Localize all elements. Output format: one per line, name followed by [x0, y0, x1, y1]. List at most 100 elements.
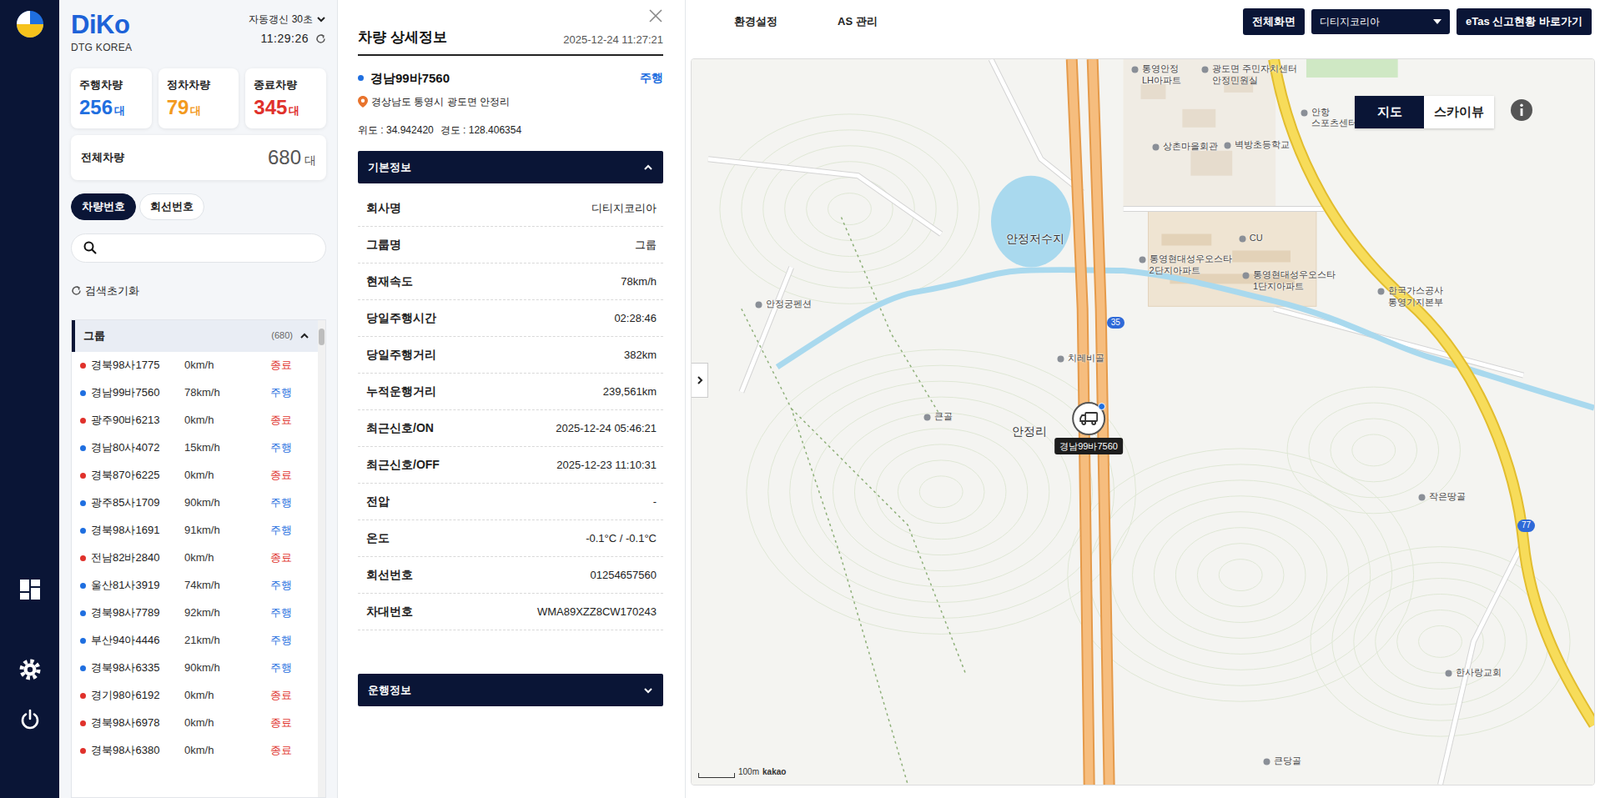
- vehicle-plate: 경북98사6335: [90, 659, 185, 677]
- map-view-button[interactable]: 스카이뷰: [1423, 95, 1495, 129]
- vehicle-row[interactable]: 경북98사169191km/h주행: [71, 517, 318, 545]
- vehicle-row[interactable]: 경기98아61920km/h종료: [71, 682, 318, 710]
- vehicle-row[interactable]: 전남82바28400km/h종료: [71, 544, 318, 573]
- vehicle-speed: 90km/h: [184, 494, 271, 512]
- refresh-icon[interactable]: [315, 33, 327, 45]
- map-label[interactable]: 안정리: [1011, 424, 1047, 440]
- detail-plate: 경남99바7560: [370, 69, 450, 89]
- stat-cards: 주행차량256대정차차량79대종료차량345대: [70, 68, 327, 129]
- poi-icon: [923, 413, 931, 422]
- map-label[interactable]: 통영현대성우오스타 2단지아파트: [1138, 253, 1233, 277]
- status-dot: [80, 500, 86, 507]
- scrollbar-thumb[interactable]: [318, 328, 325, 346]
- vehicle-row[interactable]: 경북98사69780km/h종료: [71, 709, 318, 738]
- poi-icon: [1300, 109, 1309, 117]
- map-scale: 100mkakao: [698, 765, 786, 779]
- map-label[interactable]: CU: [1238, 232, 1263, 245]
- vehicle-row[interactable]: 울산81사391974km/h주행: [71, 572, 318, 600]
- gear-icon[interactable]: [19, 659, 41, 681]
- status-dot: [80, 693, 86, 700]
- search-reset-button[interactable]: 검색초기화: [70, 282, 327, 300]
- marker-status-dot: [1097, 402, 1106, 411]
- chevron-up-icon: [299, 331, 310, 342]
- map-label[interactable]: 통영안정 LH아파트: [1131, 63, 1182, 87]
- vehicle-speed: 0km/h: [184, 742, 271, 760]
- map-label[interactable]: 한국가스공사 통영기지본부: [1377, 285, 1444, 309]
- info-label: 당일주행시간: [366, 309, 437, 328]
- vehicle-plate: 경남99바7560: [90, 384, 185, 402]
- map-label-text: 한사랑교회: [1455, 667, 1502, 680]
- map-label[interactable]: 77: [1517, 519, 1535, 533]
- stat-card[interactable]: 주행차량256대: [70, 68, 152, 129]
- map-label[interactable]: 큰골: [923, 411, 953, 423]
- top-menu-item[interactable]: AS 관리: [837, 13, 878, 31]
- vehicle-row[interactable]: 경북87아62250km/h종료: [71, 462, 318, 490]
- top-menu-item[interactable]: 환경설정: [734, 13, 778, 31]
- map-label-text: 벽방초등학교: [1234, 139, 1290, 151]
- map-label[interactable]: 안정궁펜션: [754, 298, 812, 311]
- search-tab[interactable]: 회선번호: [139, 193, 205, 221]
- map-label[interactable]: 광도면 주민자치센터 안정민원실: [1201, 63, 1298, 87]
- map-label[interactable]: 작은땅골: [1418, 491, 1466, 504]
- fullscreen-button[interactable]: 전체화면: [1242, 8, 1305, 36]
- refresh-interval: 자동갱신 30초: [248, 11, 313, 27]
- stat-card[interactable]: 정차차량79대: [158, 68, 240, 129]
- vehicle-row[interactable]: 경남80사407215km/h주행: [71, 434, 318, 463]
- vehicle-speed: 92km/h: [184, 604, 271, 622]
- marker-circle[interactable]: [1071, 402, 1106, 436]
- longitude: 경도 : 128.406354: [440, 122, 522, 138]
- dashboard-icon[interactable]: [19, 578, 41, 601]
- refresh-interval-select[interactable]: 자동갱신 30초: [248, 11, 327, 27]
- vehicle-marker[interactable]: 경남99바7560: [1054, 402, 1123, 456]
- vehicle-row[interactable]: 광주90바62130km/h종료: [71, 407, 318, 435]
- search-tab[interactable]: 차량번호: [70, 193, 136, 221]
- group-header[interactable]: 그룹(680): [71, 320, 318, 353]
- vehicle-row[interactable]: 경남99바756078km/h주행: [71, 379, 318, 408]
- vehicle-row[interactable]: 부산94아444621km/h주행: [71, 627, 318, 655]
- vehicle-row[interactable]: 경북98사778992km/h주행: [71, 599, 318, 628]
- map-label[interactable]: 통영현대성우오스타 1단지아파트: [1242, 269, 1336, 293]
- info-row: 누적운행거리239,561km: [357, 373, 664, 411]
- map-label[interactable]: 한사랑교회: [1444, 667, 1502, 680]
- scale-label: 100m: [738, 765, 760, 779]
- poi-icon: [1138, 256, 1147, 264]
- etas-button[interactable]: eTas 신고현황 바로가기: [1456, 8, 1592, 36]
- vehicle-row[interactable]: 경북98사17750km/h종료: [71, 352, 318, 380]
- scrollbar[interactable]: [317, 320, 326, 798]
- map-label[interactable]: 안정저수지: [1006, 231, 1065, 247]
- detail-panel: 차량 상세정보2025-12-24 11:27:21경남99바7560주행경상남…: [337, 0, 686, 798]
- vehicle-speed: 0km/h: [184, 467, 271, 484]
- status-dot: [80, 528, 86, 534]
- map-label[interactable]: 35: [1106, 316, 1125, 330]
- map-label[interactable]: 안항 스포츠센터: [1300, 106, 1358, 131]
- vehicle-speed: 0km/h: [184, 714, 271, 732]
- chevron-down-icon: [643, 685, 654, 696]
- poi-icon: [754, 301, 763, 309]
- map-label-text: 큰당골: [1273, 755, 1302, 768]
- vehicle-row[interactable]: 경북98사633590km/h주행: [71, 654, 318, 683]
- chevron-up-icon: [643, 162, 654, 173]
- vehicle-row[interactable]: 광주85사170990km/h주행: [71, 489, 318, 518]
- map-label[interactable]: 벽방초등학교: [1223, 139, 1290, 151]
- vehicle-status: 주행: [270, 604, 292, 622]
- section-header[interactable]: 기본정보: [357, 150, 664, 184]
- vehicle-plate: 경기98아6192: [90, 687, 185, 705]
- company-select[interactable]: 디티지코리아: [1311, 9, 1450, 35]
- panel-toggle-tab[interactable]: [691, 362, 709, 398]
- vehicle-row[interactable]: 경북98사63800km/h종료: [71, 737, 318, 765]
- map-view-button[interactable]: 지도: [1354, 95, 1424, 129]
- map[interactable]: 통영안정 LH아파트 광도면 주민자치센터 안정민원실안항 스포츠센터상촌마을회관…: [690, 58, 1595, 786]
- info-button[interactable]: [1509, 98, 1534, 122]
- info-value: -0.1°C / -0.1°C: [585, 530, 657, 548]
- map-label[interactable]: 상촌마을회관: [1152, 140, 1218, 153]
- map-label[interactable]: 치레비골: [1056, 352, 1105, 365]
- vehicle-plate: 경북98사1691: [90, 522, 185, 539]
- map-brand: kakao: [762, 765, 786, 779]
- search-input[interactable]: [103, 239, 314, 258]
- close-icon[interactable]: [648, 8, 664, 24]
- power-icon[interactable]: [19, 709, 41, 731]
- map-label[interactable]: 큰당골: [1262, 755, 1302, 768]
- section-header[interactable]: 운행정보: [357, 674, 664, 707]
- stat-card[interactable]: 종료차량345대: [245, 68, 327, 129]
- logo-icon[interactable]: [15, 10, 45, 39]
